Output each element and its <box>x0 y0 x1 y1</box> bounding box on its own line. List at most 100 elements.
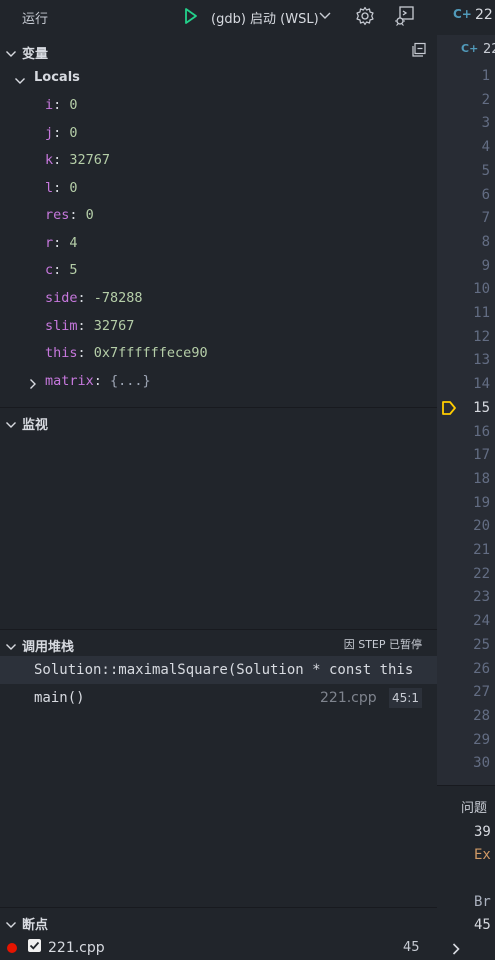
variables-section-header[interactable]: 变量 <box>0 39 437 63</box>
line-number: 13 <box>473 352 490 369</box>
callstack-title: 调用堆栈 <box>22 640 75 655</box>
line-number: 25 <box>473 636 490 653</box>
line-number: 29 <box>473 731 490 748</box>
locals-scope[interactable]: Locals <box>0 67 437 89</box>
line-number: 9 <box>481 257 490 274</box>
debug-console-icon[interactable] <box>394 5 416 31</box>
line-number: 18 <box>473 470 490 487</box>
line-number: 16 <box>473 423 490 440</box>
variable-value: 4 <box>69 235 78 251</box>
run-view-title: 运行 <box>22 12 49 27</box>
cpp-file-icon: C+ <box>461 42 479 55</box>
line-number: 14 <box>473 376 490 393</box>
stack-frame-position: 45:1 <box>389 688 422 708</box>
variable-row[interactable]: slim: 32767 <box>45 315 134 337</box>
variable-name: slim <box>45 318 78 334</box>
terminal-line: Br <box>474 894 491 910</box>
gear-icon[interactable] <box>355 6 375 30</box>
variable-name: i <box>45 97 54 113</box>
line-number: 17 <box>473 447 490 464</box>
variable-name: side <box>45 290 78 306</box>
breakpoint-dot-icon <box>7 943 17 953</box>
variable-name: k <box>45 152 54 168</box>
stack-frame[interactable]: main() 221.cpp 45:1 <box>0 684 437 712</box>
stack-frame-name: Solution::maximalSquare(Solution * const… <box>34 662 414 678</box>
locals-label: Locals <box>34 70 80 85</box>
chevron-right-icon[interactable] <box>450 941 462 960</box>
variable-row[interactable]: i: 0 <box>45 94 78 116</box>
chevron-right-icon[interactable] <box>27 375 39 394</box>
line-number: 27 <box>473 684 490 701</box>
breakpoint-item[interactable]: 221.cpp 45 <box>0 935 437 960</box>
editor-tab[interactable]: C+ 22 <box>437 0 495 35</box>
chevron-down-icon[interactable] <box>318 8 332 27</box>
stack-frame-file: 221.cpp <box>320 690 377 706</box>
variable-value: 0 <box>69 125 78 141</box>
breadcrumb[interactable]: C+ 22 <box>437 35 495 65</box>
terminal-line: 39 <box>474 824 491 840</box>
line-number: 3 <box>481 115 490 132</box>
line-number: 11 <box>473 305 490 321</box>
variable-value: 0 <box>85 207 94 223</box>
line-number: 10 <box>473 281 490 298</box>
variable-row[interactable]: this: 0x7ffffffece90 <box>45 342 208 364</box>
variable-row[interactable]: k: 32767 <box>45 149 110 171</box>
variable-name: l <box>45 180 54 196</box>
variable-value: {...} <box>110 373 151 389</box>
variable-name: this <box>45 345 78 361</box>
variable-value: 32767 <box>69 152 111 168</box>
variable-row[interactable]: r: 4 <box>45 232 78 254</box>
breakpoint-file: 221.cpp <box>48 940 105 956</box>
line-number: 21 <box>473 542 490 558</box>
variable-name: res <box>45 207 70 223</box>
breakpoints-section-header[interactable]: 断点 <box>0 907 437 934</box>
variable-value: 5 <box>69 262 78 278</box>
variable-row[interactable]: side: -78288 <box>45 287 143 309</box>
stack-frame[interactable]: Solution::maximalSquare(Solution * const… <box>0 656 437 684</box>
paused-status: 因 STEP 已暂停 <box>343 638 422 651</box>
variable-row[interactable]: j: 0 <box>45 122 78 144</box>
line-number: 22 <box>473 565 490 582</box>
line-number: 8 <box>481 233 490 250</box>
chevron-down-icon <box>5 416 17 435</box>
variable-value: 32767 <box>93 318 135 334</box>
line-number: 4 <box>481 139 490 156</box>
variable-name: c <box>45 262 54 278</box>
line-number-gutter: 1 2 3 4 5 6 7 8 9 10 11 12 13 14 15 16 1… <box>437 65 495 780</box>
line-number: 28 <box>473 707 490 724</box>
tab-label: 22 <box>475 7 493 23</box>
line-number: 7 <box>481 210 490 227</box>
run-toolbar: 运行 (gdb) 启动 (WSL) <box>0 0 437 35</box>
variable-value: 0 <box>69 180 78 196</box>
line-number: 24 <box>473 613 490 630</box>
stack-frame-name: main() <box>34 690 85 706</box>
cpp-file-icon: C+ <box>453 7 472 21</box>
vscode-window: 运行 (gdb) 启动 (WSL) 变量 Locals i: 0 j: 0 k:… <box>0 0 495 960</box>
line-number: 6 <box>481 186 490 203</box>
line-number: 23 <box>473 589 490 606</box>
variable-row[interactable]: res: 0 <box>45 204 94 226</box>
variable-value: 0x7ffffffece90 <box>93 345 208 361</box>
watch-title: 监视 <box>22 418 49 433</box>
terminal-line: 45 <box>474 917 491 933</box>
start-debugging-icon[interactable] <box>184 7 198 29</box>
line-number: 19 <box>473 494 490 511</box>
variables-title: 变量 <box>22 47 49 62</box>
terminal-line: Ex <box>474 847 491 863</box>
variable-row-expandable[interactable]: matrix: {...} <box>45 370 151 392</box>
debug-sidebar: 运行 (gdb) 启动 (WSL) 变量 Locals i: 0 j: 0 k:… <box>0 0 437 960</box>
breakpoint-checkbox[interactable] <box>28 939 41 952</box>
line-number: 20 <box>473 518 490 535</box>
variable-row[interactable]: c: 5 <box>45 259 78 281</box>
line-number: 1 <box>481 68 490 84</box>
watch-section-header[interactable]: 监视 <box>0 407 437 434</box>
variable-row[interactable]: l: 0 <box>45 177 78 199</box>
breadcrumb-file: 22 <box>483 42 495 57</box>
line-number: 5 <box>481 162 490 179</box>
collapse-all-icon[interactable] <box>411 42 427 62</box>
line-number: 2 <box>481 91 490 108</box>
variable-value: -78288 <box>93 290 143 306</box>
breakpoints-title: 断点 <box>22 918 49 933</box>
tab-problems[interactable]: 问题 <box>461 797 487 816</box>
debug-config-select[interactable]: (gdb) 启动 (WSL) <box>211 8 319 27</box>
